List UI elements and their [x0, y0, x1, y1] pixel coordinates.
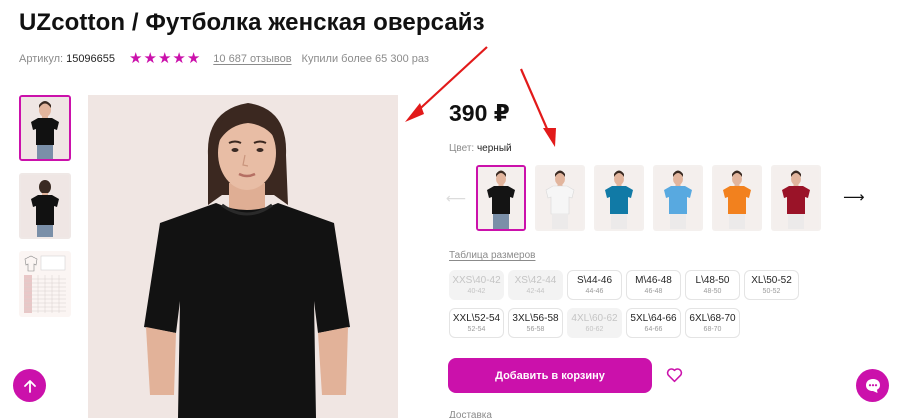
size-sub-label: 46-48 — [644, 287, 663, 295]
size-option[interactable]: 6XL\68-70 68-70 — [685, 308, 740, 338]
color-label-text: Цвет: — [449, 143, 475, 154]
color-swatches — [476, 165, 830, 231]
color-swatch[interactable] — [535, 165, 585, 231]
annotation-arrow — [519, 68, 556, 147]
size-sub-label: 64-66 — [644, 325, 663, 333]
size-label: 5XL\64-66 — [630, 312, 677, 324]
chat-button[interactable] — [856, 369, 889, 402]
size-sub-label: 50-52 — [762, 287, 781, 295]
star-icon: ★ — [172, 50, 186, 67]
size-label: S\44-46 — [576, 274, 613, 286]
arrow-left-icon[interactable]: ⟵ — [446, 190, 466, 207]
model-front-image — [21, 97, 69, 159]
star-icon: ★ — [157, 50, 172, 67]
size-sub-label: 40-42 — [467, 287, 486, 295]
size-option[interactable]: XL\50-52 50-52 — [744, 270, 799, 300]
size-label: 6XL\68-70 — [689, 312, 736, 324]
rating-stars: ★ ★ ★ ★ ★ — [129, 50, 201, 67]
size-sub-label: 42-44 — [526, 287, 545, 295]
model-back-image — [21, 175, 69, 237]
thumbnail-size-chart[interactable] — [19, 251, 71, 317]
thumbnail-front[interactable] — [19, 95, 71, 161]
size-option[interactable]: 4XL\60-62 60-62 — [567, 308, 622, 338]
chat-icon — [865, 378, 880, 393]
scroll-up-button[interactable] — [13, 369, 46, 402]
size-sub-label: 60-62 — [585, 325, 604, 333]
thumbnail-list — [19, 95, 73, 329]
product-meta: Артикул: 15096655 ★ ★ ★ ★ ★ 10 687 отзыв… — [19, 51, 429, 67]
size-label: 3XL\56-58 — [512, 312, 559, 324]
star-icon: ★ — [129, 50, 143, 67]
purchases-count: Купили более 65 300 раз — [301, 53, 429, 65]
color-label: Цвет: черный — [449, 143, 512, 154]
size-label: M\46-48 — [635, 274, 672, 286]
color-swatch[interactable] — [476, 165, 526, 231]
delivery-label: Доставка — [449, 410, 492, 418]
size-chart-image — [21, 253, 69, 315]
color-swatch[interactable] — [712, 165, 762, 231]
color-swatch[interactable] — [594, 165, 644, 231]
main-product-image[interactable] — [88, 95, 398, 418]
product-price: 390 ₽ — [449, 100, 510, 126]
star-icon: ★ — [143, 50, 157, 67]
page-title: UZcotton / Футболка женская оверсайз — [19, 9, 485, 36]
size-option[interactable]: S\44-46 44-46 — [567, 270, 622, 300]
swatch-image — [537, 167, 583, 229]
swatch-image — [773, 167, 819, 229]
size-label: XXS\40-42 — [452, 274, 501, 286]
heart-icon[interactable] — [666, 367, 683, 388]
model-photo — [88, 95, 398, 418]
size-option[interactable]: 5XL\64-66 64-66 — [626, 308, 681, 338]
add-to-cart-button[interactable]: Добавить в корзину — [448, 358, 652, 393]
size-options: XXS\40-42 40-42 XS\42-44 42-44 S\44-46 44-46 M… — [449, 270, 829, 346]
size-option[interactable]: XXL\52-54 52-54 — [449, 308, 504, 338]
size-label: XL\50-52 — [751, 274, 792, 286]
size-label: 4XL\60-62 — [571, 312, 618, 324]
reviews-link[interactable]: 10 687 отзывов — [213, 53, 291, 65]
color-swatch[interactable] — [771, 165, 821, 231]
article-label: Артикул: — [19, 53, 64, 65]
arrow-right-icon[interactable]: ⟶ — [843, 188, 865, 206]
size-label: L\48-50 — [695, 274, 730, 286]
star-icon: ★ — [186, 50, 201, 67]
swatch-image — [655, 167, 701, 229]
size-sub-label: 56-58 — [526, 325, 545, 333]
size-option[interactable]: 3XL\56-58 56-58 — [508, 308, 563, 338]
arrow-up-icon — [23, 379, 36, 393]
swatch-image — [596, 167, 642, 229]
size-table-link[interactable]: Таблица размеров — [449, 250, 535, 261]
size-label: XXL\52-54 — [452, 312, 501, 324]
color-value: черный — [476, 143, 512, 154]
size-label: XS\42-44 — [514, 274, 557, 286]
thumbnail-back[interactable] — [19, 173, 71, 239]
size-option[interactable]: XS\42-44 42-44 — [508, 270, 563, 300]
size-option[interactable]: L\48-50 48-50 — [685, 270, 740, 300]
swatch-image — [478, 167, 524, 229]
size-sub-label: 44-46 — [585, 287, 604, 295]
size-sub-label: 52-54 — [467, 325, 486, 333]
size-option[interactable]: XXS\40-42 40-42 — [449, 270, 504, 300]
size-sub-label: 68-70 — [703, 325, 722, 333]
color-swatch[interactable] — [653, 165, 703, 231]
product-page: UZcotton / Футболка женская оверсайз Арт… — [0, 0, 900, 418]
size-sub-label: 48-50 — [703, 287, 722, 295]
size-option[interactable]: M\46-48 46-48 — [626, 270, 681, 300]
article-value: 15096655 — [66, 53, 116, 65]
swatch-image — [714, 167, 760, 229]
